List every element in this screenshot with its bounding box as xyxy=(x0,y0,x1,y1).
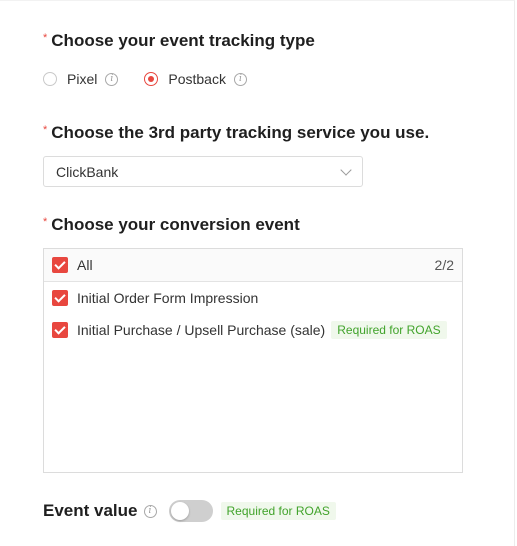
selected-count: 2/2 xyxy=(434,257,454,273)
list-item[interactable]: Initial Purchase / Upsell Purchase (sale… xyxy=(44,314,462,346)
event-checkbox[interactable] xyxy=(52,322,68,338)
tracking-type-title: Choose your event tracking type xyxy=(51,31,315,50)
list-item[interactable]: Initial Order Form Impression xyxy=(44,282,462,314)
event-value-title: Event value xyxy=(43,501,138,520)
info-icon[interactable]: i xyxy=(143,504,157,518)
radio-postback-label[interactable]: Postback xyxy=(168,71,226,87)
tracking-type-radio-group: Pixel i Postback i xyxy=(43,70,273,88)
tracking-service-heading: * Choose the 3rd party tracking service y… xyxy=(43,123,429,143)
required-for-roas-tag: Required for ROAS xyxy=(331,321,447,339)
radio-pixel[interactable] xyxy=(43,72,57,86)
required-asterisk: * xyxy=(43,32,48,44)
chevron-down-icon xyxy=(340,164,352,176)
event-label[interactable]: Initial Purchase / Upsell Purchase (sale… xyxy=(77,322,325,338)
select-all-checkbox[interactable] xyxy=(52,257,68,273)
tracking-service-select[interactable]: ClickBank xyxy=(43,156,363,187)
conversion-event-list: All 2/2 Initial Order Form Impression In… xyxy=(43,248,463,473)
conversion-event-heading: * Choose your conversion event xyxy=(43,215,300,235)
tracking-service-value: ClickBank xyxy=(56,163,119,180)
select-all-label[interactable]: All xyxy=(77,257,93,273)
radio-option-pixel[interactable]: Pixel i xyxy=(43,71,119,87)
conversion-event-title: Choose your conversion event xyxy=(51,215,300,234)
info-icon[interactable]: i xyxy=(105,72,119,86)
radio-postback[interactable] xyxy=(144,72,159,86)
event-label[interactable]: Initial Order Form Impression xyxy=(77,290,258,306)
event-value-toggle[interactable] xyxy=(168,500,213,522)
toggle-knob xyxy=(170,502,189,520)
info-icon[interactable]: i xyxy=(233,72,247,86)
radio-option-postback[interactable]: Postback i xyxy=(144,71,247,87)
radio-pixel-label[interactable]: Pixel xyxy=(67,71,97,87)
tracking-service-title: Choose the 3rd party tracking service yo… xyxy=(51,123,430,142)
event-checkbox[interactable] xyxy=(52,290,68,306)
select-all-row[interactable]: All 2/2 xyxy=(44,249,462,282)
required-asterisk: * xyxy=(43,216,48,228)
required-asterisk: * xyxy=(43,124,48,136)
tracking-type-heading: * Choose your event tracking type xyxy=(43,31,315,51)
event-value-row: Event value i Required for ROAS xyxy=(43,499,336,523)
required-for-roas-tag: Required for ROAS xyxy=(220,502,336,520)
